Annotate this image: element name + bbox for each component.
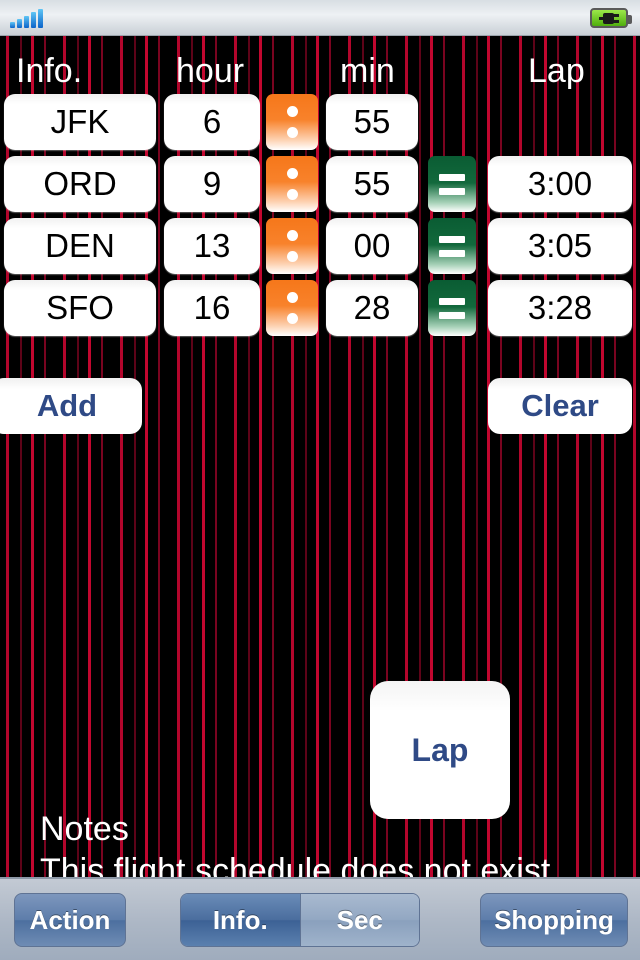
equals-icon[interactable] xyxy=(428,218,476,274)
colon-separator-icon xyxy=(266,156,318,212)
lap-cell[interactable]: 3:05 xyxy=(488,218,632,274)
info-cell[interactable]: ORD xyxy=(4,156,156,212)
lap-cell[interactable]: 3:00 xyxy=(488,156,632,212)
battery-charging-icon xyxy=(590,8,632,28)
add-button[interactable]: Add xyxy=(0,378,142,434)
min-cell[interactable]: 00 xyxy=(326,218,418,274)
plug-icon xyxy=(599,12,619,24)
app-root: Info. hour min Lap JFK 6 55 ORD 9 55 3:0… xyxy=(0,0,640,960)
clear-button[interactable]: Clear xyxy=(488,378,632,434)
info-cell[interactable]: DEN xyxy=(4,218,156,274)
table-row: DEN 13 00 3:05 xyxy=(0,218,640,274)
notes-section: Notes This flight schedule does not exis… xyxy=(40,808,560,877)
hour-cell[interactable]: 9 xyxy=(164,156,260,212)
header-lap: Lap xyxy=(528,52,585,90)
equals-icon[interactable] xyxy=(428,280,476,336)
colon-separator-icon xyxy=(266,94,318,150)
content-area: Info. hour min Lap JFK 6 55 ORD 9 55 3:0… xyxy=(0,36,640,877)
hour-cell[interactable]: 6 xyxy=(164,94,260,150)
lap-button[interactable]: Lap xyxy=(370,681,510,819)
hour-cell[interactable]: 13 xyxy=(164,218,260,274)
signal-bars-icon xyxy=(10,9,43,28)
table-row: ORD 9 55 3:00 xyxy=(0,156,640,212)
table-row: JFK 6 55 xyxy=(0,94,640,150)
hour-cell[interactable]: 16 xyxy=(164,280,260,336)
tab-info[interactable]: Info. xyxy=(181,894,300,946)
header-hour: hour xyxy=(176,52,245,90)
min-cell[interactable]: 55 xyxy=(326,94,418,150)
colon-separator-icon xyxy=(266,280,318,336)
notes-body: This flight schedule does not exist. xyxy=(40,852,560,877)
tab-sec[interactable]: Sec xyxy=(299,894,419,946)
header-info: Info. xyxy=(16,52,83,90)
header-min: min xyxy=(340,52,395,90)
table-row: SFO 16 28 3:28 xyxy=(0,280,640,336)
notes-title: Notes xyxy=(40,810,129,848)
shopping-button[interactable]: Shopping xyxy=(480,893,628,947)
min-cell[interactable]: 28 xyxy=(326,280,418,336)
status-bar xyxy=(0,0,640,36)
min-cell[interactable]: 55 xyxy=(326,156,418,212)
action-button[interactable]: Action xyxy=(14,893,126,947)
colon-separator-icon xyxy=(266,218,318,274)
column-headers: Info. hour min Lap xyxy=(0,50,640,92)
info-cell[interactable]: SFO xyxy=(4,280,156,336)
segmented-control[interactable]: Info. Sec xyxy=(180,893,420,947)
info-cell[interactable]: JFK xyxy=(4,94,156,150)
lap-cell[interactable]: 3:28 xyxy=(488,280,632,336)
equals-icon[interactable] xyxy=(428,156,476,212)
bottom-toolbar: Action Info. Sec Shopping xyxy=(0,877,640,960)
